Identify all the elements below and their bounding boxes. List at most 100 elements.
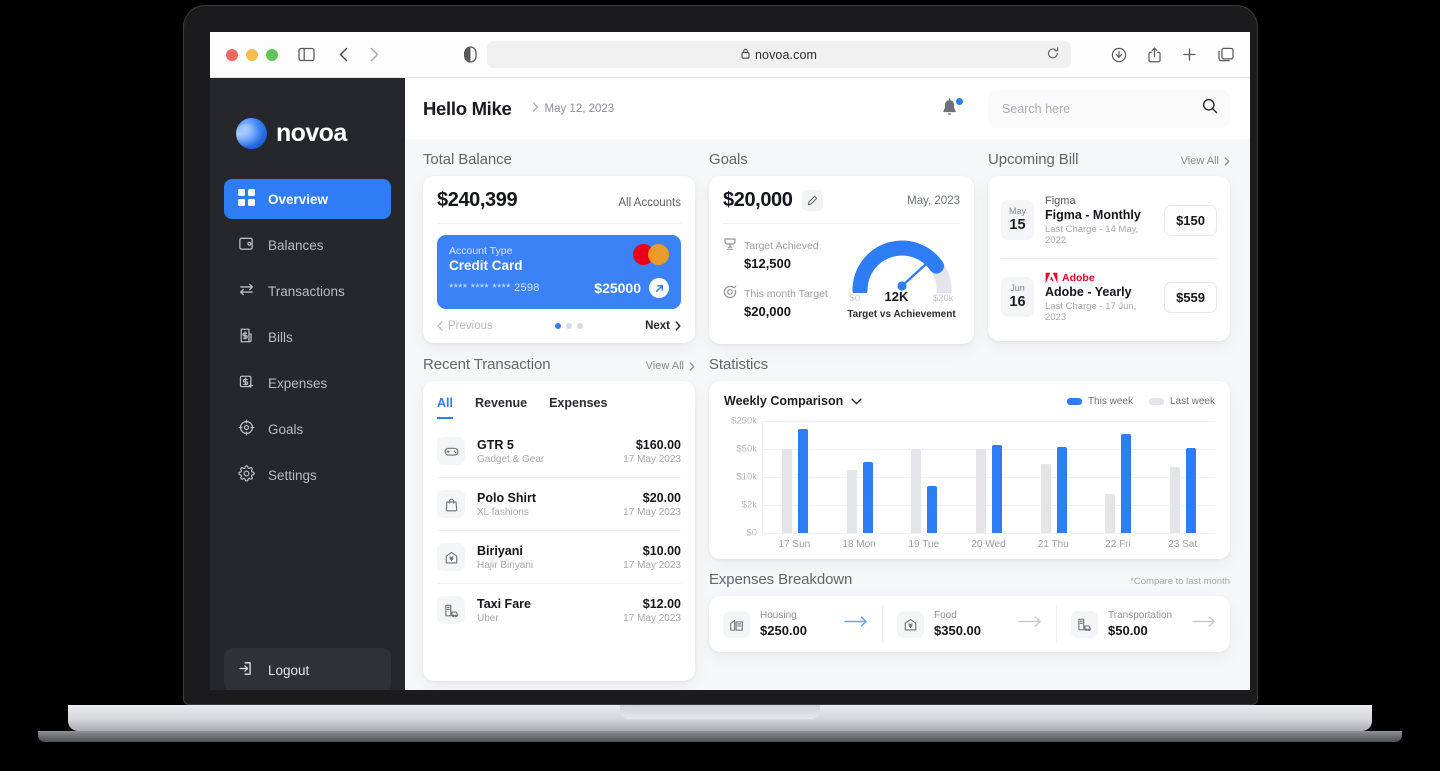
search-box[interactable] xyxy=(988,89,1230,128)
logout-button[interactable]: Logout xyxy=(224,648,391,690)
bill-amount-button[interactable]: $150 xyxy=(1164,204,1217,236)
goal-gauge: $0 12K $20k Target vs Achievement xyxy=(843,236,960,332)
minimize-window-button[interactable] xyxy=(246,48,258,61)
transaction-row[interactable]: GTR 5 Gadget & Gear $160.00 17 May 2023 xyxy=(437,425,681,477)
forward-icon[interactable] xyxy=(370,47,379,62)
transaction-row[interactable]: Polo Shirt XL fashions $20.00 17 May 202… xyxy=(437,477,681,530)
bar-last-week[interactable] xyxy=(846,470,857,533)
url-text: novoa.com xyxy=(754,47,818,62)
legend-this-week: This week xyxy=(1066,396,1133,407)
date-display[interactable]: May 12, 2023 xyxy=(532,102,615,115)
brand-name: novoa xyxy=(276,119,347,147)
bar-last-week[interactable] xyxy=(1169,466,1180,533)
search-icon[interactable] xyxy=(1202,98,1218,119)
month-target-stat: This month Target $20,000 xyxy=(723,284,843,319)
bar-this-week[interactable] xyxy=(798,428,809,533)
bar-this-week[interactable] xyxy=(927,485,938,533)
tab-overview-icon[interactable] xyxy=(1218,47,1234,62)
bottom-row: Recent Transaction View All All Revenue xyxy=(423,344,1230,681)
y-tick: $0 xyxy=(746,527,757,539)
tab-expenses[interactable]: Expenses xyxy=(549,396,607,419)
search-input[interactable] xyxy=(1002,101,1202,116)
bar-this-week[interactable] xyxy=(862,462,873,533)
gauge-caption: Target vs Achievement xyxy=(847,309,956,320)
transaction-row[interactable]: Taxi Fare Uber $12.00 17 May 2023 xyxy=(437,583,681,636)
address-bar[interactable]: novoa.com xyxy=(487,41,1071,68)
expense-item-food[interactable]: Food $350.00 xyxy=(882,606,1056,642)
close-window-button[interactable] xyxy=(226,48,238,61)
bar-this-week[interactable] xyxy=(992,444,1003,533)
date-text: May 12, 2023 xyxy=(544,102,615,115)
view-all-transactions-button[interactable]: View All xyxy=(646,360,695,372)
bar-last-week[interactable] xyxy=(976,449,987,533)
credit-card[interactable]: Account Type Credit Card **** **** **** … xyxy=(437,235,681,309)
arrow-right-icon[interactable] xyxy=(1192,615,1216,633)
restaurant-icon xyxy=(897,610,924,638)
view-all-label: View All xyxy=(1180,155,1219,167)
previous-button[interactable]: Previous xyxy=(437,320,493,332)
back-icon[interactable] xyxy=(339,47,348,62)
sidebar-item-transactions[interactable]: Transactions xyxy=(224,271,391,311)
goal-amount: $20,000 xyxy=(723,189,793,211)
transaction-amount: $10.00 xyxy=(642,543,681,558)
next-button[interactable]: Next xyxy=(645,320,681,332)
arrow-right-icon[interactable] xyxy=(844,615,868,633)
bar-this-week[interactable] xyxy=(1056,446,1067,533)
sidebar-item-expenses[interactable]: Expenses xyxy=(224,363,391,403)
bill-brand: Figma xyxy=(1045,194,1153,207)
bar-last-week[interactable] xyxy=(782,449,793,533)
pencil-icon[interactable] xyxy=(801,190,823,211)
bill-amount-button[interactable]: $559 xyxy=(1164,281,1217,313)
tab-all[interactable]: All xyxy=(437,396,453,419)
sidebar-item-goals[interactable]: Goals xyxy=(224,409,391,449)
card-bottom-row: **** **** **** 2598 $25000 xyxy=(449,278,669,298)
bar-last-week[interactable] xyxy=(911,449,922,533)
window-controls[interactable] xyxy=(226,48,278,61)
pip[interactable] xyxy=(576,323,583,329)
gauge-value-label: 12K xyxy=(884,289,909,304)
downloads-icon[interactable] xyxy=(1111,47,1127,63)
expense-info: Housing $250.00 xyxy=(760,610,807,638)
pip[interactable] xyxy=(565,323,572,329)
new-tab-icon[interactable] xyxy=(1182,47,1197,62)
sidebar-item-label: Transactions xyxy=(268,283,345,299)
expense-label: Transportation xyxy=(1108,610,1173,621)
reload-icon[interactable] xyxy=(1047,46,1059,63)
weekly-comparison-selector[interactable]: Weekly Comparison xyxy=(724,394,862,408)
bar-this-week[interactable] xyxy=(1185,447,1196,533)
view-all-bills-button[interactable]: View All xyxy=(1181,155,1230,167)
sidebar-toggle-icon[interactable] xyxy=(298,47,315,62)
bar-this-week[interactable] xyxy=(1121,434,1132,533)
y-tick: $2k xyxy=(741,499,757,511)
carousel-pips[interactable] xyxy=(554,323,583,329)
maximize-window-button[interactable] xyxy=(266,48,278,61)
sidebar-item-bills[interactable]: Bills xyxy=(224,317,391,357)
tab-revenue[interactable]: Revenue xyxy=(475,396,527,419)
arrow-right-icon[interactable] xyxy=(1018,615,1042,633)
notifications-button[interactable] xyxy=(940,97,963,120)
transaction-merchant: Gadget & Gear xyxy=(477,453,545,465)
sidebar-item-balances[interactable]: Balances xyxy=(224,225,391,265)
sidebar-item-label: Balances xyxy=(268,237,324,253)
page-title: Hello Mike xyxy=(423,97,512,119)
arrow-up-right-icon[interactable] xyxy=(649,278,669,298)
privacy-shield-icon[interactable] xyxy=(464,46,477,63)
expense-item-housing[interactable]: Housing $250.00 xyxy=(709,606,882,642)
all-accounts-label[interactable]: All Accounts xyxy=(618,197,681,209)
pip[interactable] xyxy=(554,323,561,329)
view-all-label: View All xyxy=(645,360,684,372)
bill-row[interactable]: May 15 Figma Figma - Monthly Last Charge… xyxy=(1001,182,1217,258)
bar-last-week[interactable] xyxy=(1040,463,1051,533)
bill-day: 16 xyxy=(1009,293,1026,310)
sidebar-item-settings[interactable]: Settings xyxy=(224,455,391,495)
share-icon[interactable] xyxy=(1148,47,1161,63)
transaction-row[interactable]: Biriyani Hajir Biriyani $10.00 17 May 20… xyxy=(437,530,681,583)
bar-last-week[interactable] xyxy=(1105,493,1116,533)
expense-item-transportation[interactable]: Transportation $50.00 xyxy=(1056,606,1230,642)
sidebar-item-overview[interactable]: Overview xyxy=(224,179,391,219)
chart-y-axis: $250k $50k $10k $2k $0 xyxy=(724,416,762,539)
y-tick: $10k xyxy=(736,471,757,483)
statistics-header: Weekly Comparison This week Last week xyxy=(724,394,1215,408)
bill-row[interactable]: Jun 16 Adobe Adobe - Yearly Last Charge … xyxy=(1001,258,1217,335)
browser-window: novoa.com novoa Overview Balances Transa… xyxy=(210,32,1250,690)
